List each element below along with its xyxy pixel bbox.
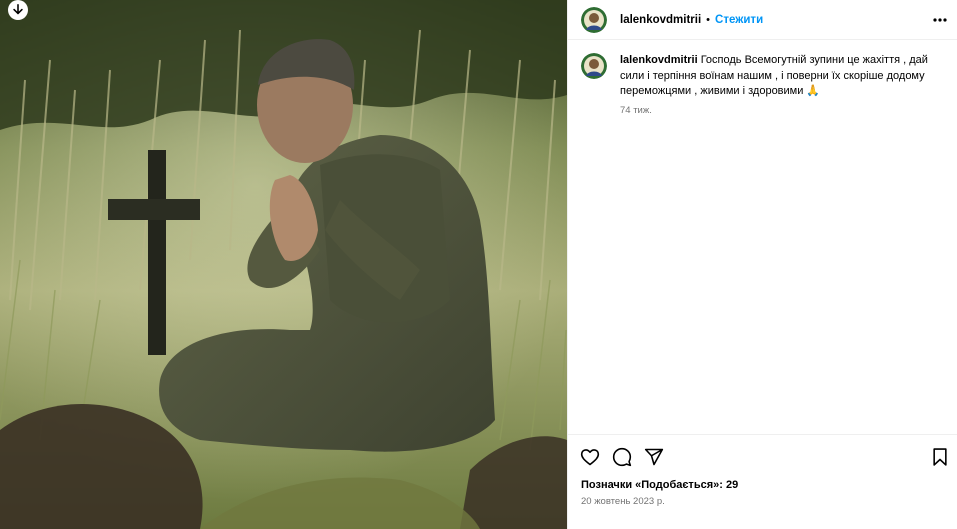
send-icon [644, 448, 664, 466]
likes-label: Позначки «Подобається»: [581, 479, 726, 491]
caption-username[interactable]: lalenkovdmitrii [620, 54, 698, 66]
post-photo [0, 0, 567, 529]
more-horizontal-icon [933, 18, 947, 22]
caption-timestamp[interactable]: 74 тиж. [620, 105, 950, 116]
separator-dot: • [706, 13, 711, 26]
post-dialog: lalenkovdmitrii • Стежити lalenkovdmitri… [0, 0, 957, 529]
caption-avatar[interactable] [581, 53, 607, 79]
heart-icon [580, 449, 600, 466]
likes-count[interactable]: Позначки «Подобається»: 29 [581, 479, 738, 491]
caption-text-block: lalenkovdmitrii Господь Всемогутній зупи… [620, 53, 950, 100]
post-footer: Позначки «Подобається»: 29 20 жовтень 20… [568, 434, 957, 529]
post-caption: lalenkovdmitrii Господь Всемогутній зупи… [581, 53, 951, 116]
post-date[interactable]: 20 жовтень 2023 р. [581, 496, 665, 507]
avatar[interactable] [581, 6, 607, 33]
avatar-image [581, 53, 607, 79]
header-username[interactable]: lalenkovdmitrii [620, 14, 701, 26]
more-options-button[interactable] [930, 10, 950, 30]
bookmark-icon [933, 448, 947, 466]
comment-button[interactable] [610, 445, 634, 469]
post-sidebar: lalenkovdmitrii • Стежити lalenkovdmitri… [567, 0, 957, 529]
save-button[interactable] [928, 445, 952, 469]
download-button[interactable] [8, 0, 28, 20]
arrow-down-icon [13, 3, 23, 15]
like-button[interactable] [578, 445, 602, 469]
action-bar [580, 445, 948, 469]
post-media[interactable] [0, 0, 567, 529]
post-header: lalenkovdmitrii • Стежити [568, 0, 957, 40]
comment-icon [612, 447, 632, 467]
follow-button[interactable]: Стежити [715, 14, 763, 26]
likes-number: 29 [725, 479, 739, 491]
share-button[interactable] [642, 445, 666, 469]
avatar-image [581, 6, 607, 33]
